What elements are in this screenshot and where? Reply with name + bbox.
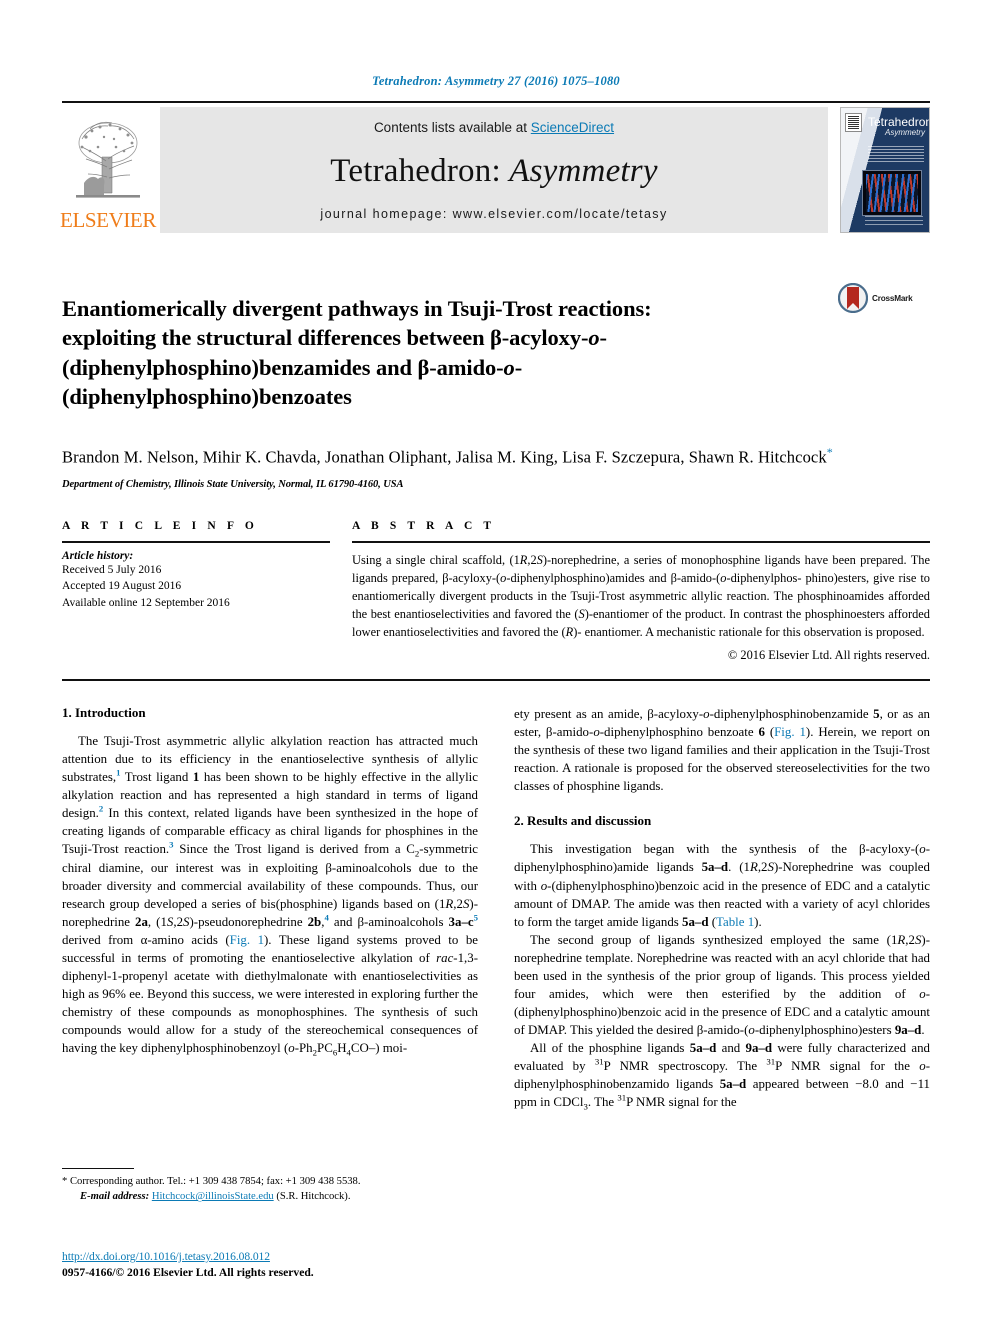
elsevier-wordmark: ELSEVIER — [60, 208, 156, 232]
title-line-1: Enantiomerically divergent pathways in T… — [62, 296, 652, 322]
author-list: Brandon M. Nelson, Mihir K. Chavda, Jona… — [62, 444, 930, 469]
elsevier-logo: ELSEVIER — [60, 107, 156, 233]
journal-cover-thumbnail: Tetrahedron: Asymmetry — [840, 107, 930, 233]
footnote-block: * Corresponding author. Tel.: +1 309 438… — [62, 1167, 478, 1205]
title-line-3a: (diphenylphosphino)benzamides and β-amid… — [62, 354, 504, 380]
journal-title: Tetrahedron: Asymmetry — [330, 153, 657, 190]
authors-text: Brandon M. Nelson, Mihir K. Chavda, Jona… — [62, 447, 827, 467]
body-column-left: 1. Introduction The Tsuji-Trost asymmetr… — [62, 705, 478, 1205]
journal-masthead: ELSEVIER Contents lists available at Sci… — [60, 107, 930, 233]
cover-badge-icon — [845, 113, 862, 132]
footnote-corresponding-author: * Corresponding author. Tel.: +1 309 438… — [62, 1174, 478, 1190]
cover-title: Tetrahedron: Asymmetry — [868, 116, 929, 137]
contents-line: Contents lists available at ScienceDirec… — [374, 120, 614, 135]
masthead-top-rule — [62, 101, 930, 103]
page-title: Enantiomerically divergent pathways in T… — [62, 294, 838, 411]
article-info-rule — [62, 540, 330, 543]
title-line-2a: exploiting the structural differences be… — [62, 325, 589, 351]
elsevier-tree-icon — [76, 121, 140, 198]
email-suffix: (S.R. Hitchcock). — [276, 1191, 351, 1203]
cover-text-lines — [868, 146, 924, 162]
sciencedirect-link[interactable]: ScienceDirect — [531, 120, 614, 135]
info-abstract-region: A R T I C L E I N F O Article history: R… — [62, 520, 930, 664]
abstract-column: A B S T R A C T Using a single chiral sc… — [352, 520, 930, 664]
title-line-3-o: o — [503, 354, 515, 380]
email-link[interactable]: Hitchcock@illinoisState.edu — [152, 1191, 274, 1202]
title-line-3b: - — [514, 354, 523, 380]
article-history-accepted: Accepted 19 August 2016 — [62, 580, 182, 593]
body-columns: 1. Introduction The Tsuji-Trost asymmetr… — [62, 705, 930, 1205]
journal-homepage: journal homepage: www.elsevier.com/locat… — [320, 207, 668, 221]
cover-footer-lines — [865, 216, 923, 226]
intro-paragraph-1-continued: ety present as an amide, β-acyloxy-o-dip… — [514, 707, 931, 794]
paper-page: Tetrahedron: Asymmetry 27 (2016) 1075–10… — [0, 0, 992, 1323]
abstract-bottom-rule — [62, 679, 930, 682]
results-paragraph-2: The second group of ligands synthesized … — [514, 932, 930, 1038]
cover-title-main: Tetrahedron: — [868, 115, 930, 129]
body-column-right: ety present as an amide, β-acyloxy-o-dip… — [514, 705, 930, 1205]
crossmark-icon — [838, 283, 868, 313]
article-info-heading: A R T I C L E I N F O — [62, 519, 258, 532]
footnote-text: Corresponding author. Tel.: +1 309 438 7… — [69, 1175, 361, 1187]
title-line-2b: - — [599, 325, 608, 351]
affiliation: Department of Chemistry, Illinois State … — [62, 478, 404, 490]
corresponding-author-marker: * — [826, 445, 833, 460]
abstract-heading: A B S T R A C T — [352, 519, 496, 532]
article-history-online: Available online 12 September 2016 — [62, 597, 230, 610]
abstract-rule — [352, 540, 930, 543]
cover-artwork — [862, 170, 922, 216]
title-line-4: (diphenylphosphino)benzoates — [62, 383, 352, 409]
footnote-email-line: E-mail address: Hitchcock@illinoisState.… — [62, 1189, 478, 1205]
article-history-received: Received 5 July 2016 — [62, 563, 162, 576]
article-history-label: Article history: — [62, 549, 134, 562]
title-line-2-o: o — [588, 325, 600, 351]
doi-link[interactable]: http://dx.doi.org/10.1016/j.tetasy.2016.… — [62, 1250, 270, 1263]
results-paragraph-1: This investigation began with the synthe… — [514, 842, 930, 929]
introduction-heading: 1. Introduction — [62, 705, 146, 721]
article-info-column: A R T I C L E I N F O Article history: R… — [62, 520, 352, 664]
intro-paragraph-1: The Tsuji-Trost asymmetric allylic alkyl… — [62, 734, 479, 1058]
running-head: Tetrahedron: Asymmetry 27 (2016) 1075–10… — [372, 74, 620, 88]
results-heading: 2. Results and discussion — [514, 813, 652, 829]
crossmark-label: CrossMark — [872, 293, 913, 303]
email-label: E-mail address: — [80, 1191, 150, 1203]
journal-title-main: Tetrahedron: — [330, 152, 510, 189]
masthead-center-panel: Contents lists available at ScienceDirec… — [160, 107, 828, 233]
page-footer: http://dx.doi.org/10.1016/j.tetasy.2016.… — [62, 1247, 482, 1279]
footnote-marker: * — [62, 1175, 68, 1187]
abstract-body: Using a single chiral scaffold, (1R,2S)-… — [352, 552, 930, 639]
crossmark-badge[interactable]: CrossMark — [838, 279, 930, 313]
abstract-copyright: © 2016 Elsevier Ltd. All rights reserved… — [727, 648, 930, 663]
contents-prefix: Contents lists available at — [373, 120, 531, 135]
journal-cover-block: Tetrahedron: Asymmetry — [838, 107, 930, 233]
journal-title-italic: Asymmetry — [509, 152, 658, 189]
footnote-rule — [62, 1167, 134, 1169]
cover-title-sub: Asymmetry — [885, 127, 925, 137]
results-paragraph-3: All of the phosphine ligands 5a–d and 9a… — [514, 1041, 930, 1112]
title-area: Enantiomerically divergent pathways in T… — [62, 279, 930, 426]
issn-copyright: 0957-4166/© 2016 Elsevier Ltd. All right… — [62, 1266, 314, 1279]
